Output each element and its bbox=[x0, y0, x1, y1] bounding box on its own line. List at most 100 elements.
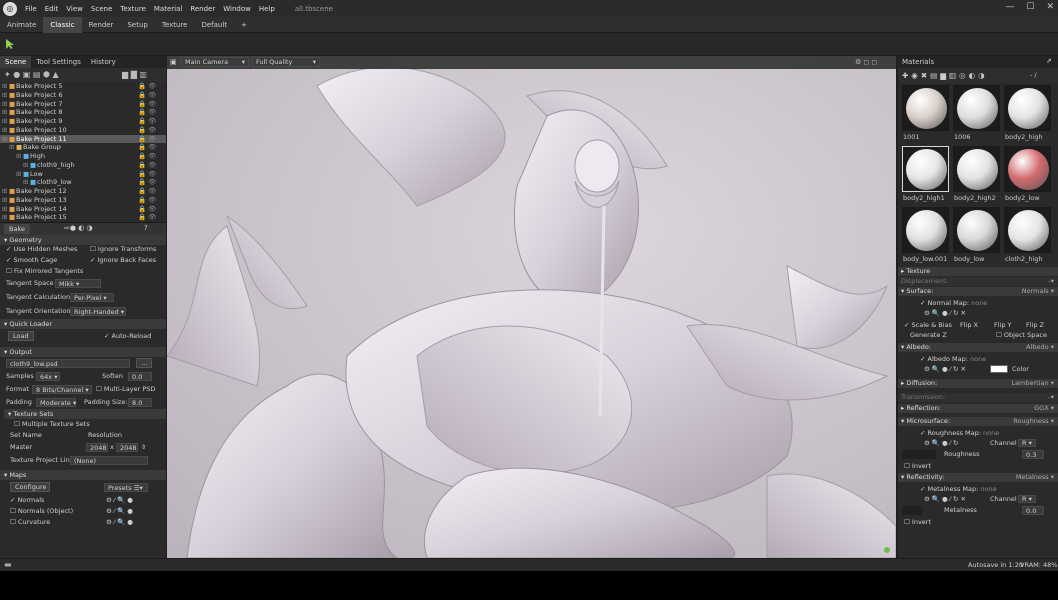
expand-icon[interactable]: ⊞ bbox=[23, 161, 28, 170]
lock-visibility-icon[interactable]: 🔒 👁 bbox=[138, 126, 156, 135]
fix-mirrored-checkbox[interactable]: ☐ bbox=[6, 267, 14, 275]
multilayer-checkbox[interactable]: ☐ Multi-Layer PSD bbox=[96, 383, 155, 396]
map-tools-icon[interactable]: ⚙ ⁄ 🔍 ● bbox=[106, 495, 133, 506]
ignore-back-faces-checkbox[interactable]: ✓ Ignore Back Faces bbox=[90, 256, 156, 265]
use-hidden-meshes-checkbox[interactable]: ✓ bbox=[6, 245, 14, 253]
expand-icon[interactable]: ⊞ bbox=[23, 178, 28, 187]
roughness-input[interactable]: 0.3 bbox=[1022, 450, 1044, 459]
lock-visibility-icon[interactable]: 🔒 👁 bbox=[138, 178, 156, 187]
menu-scene[interactable]: Scene bbox=[87, 5, 116, 13]
material-thumbnail[interactable] bbox=[953, 207, 1000, 253]
presets-select[interactable]: Presets ☰▾ bbox=[104, 483, 148, 493]
zoom-slider[interactable]: - / bbox=[1030, 71, 1037, 79]
smooth-cage-checkbox[interactable]: ✓ bbox=[6, 256, 14, 264]
padding-size-input[interactable]: 8.0 bbox=[128, 398, 152, 408]
padding-select[interactable]: Moderate ▾ bbox=[36, 398, 76, 408]
format-select[interactable]: 8 Bits/Channel ▾ bbox=[32, 385, 92, 395]
multiple-texture-sets-checkbox[interactable]: ☐ bbox=[14, 420, 22, 428]
tree-item[interactable]: ⊞ ■ High 🔒 👁 bbox=[0, 152, 166, 161]
tangent-calc-select[interactable]: Per-Pixel ▾ bbox=[70, 293, 114, 303]
tab-animate[interactable]: Animate bbox=[0, 17, 43, 33]
tab-add[interactable]: + bbox=[234, 17, 254, 33]
tab-default[interactable]: Default bbox=[194, 17, 234, 33]
metalness-input[interactable]: 0.0 bbox=[1022, 506, 1044, 515]
tree-item[interactable]: ⊞ ■ Low 🔒 👁 bbox=[0, 170, 166, 179]
expand-icon[interactable]: ⊞ bbox=[2, 91, 7, 100]
displacement-section[interactable]: Displacement: -▾ bbox=[898, 277, 1058, 286]
lock-visibility-icon[interactable]: 🔒 👁 bbox=[138, 100, 156, 109]
texture-sets-header[interactable]: ▾ Texture Sets bbox=[4, 409, 166, 420]
albedo-map-tools-icon[interactable]: ⚙ 🔍 ● ⁄ ↻ ✕ bbox=[924, 365, 966, 373]
tangent-orient-select[interactable]: Right-Handed ▾ bbox=[70, 307, 126, 317]
tab-history[interactable]: History bbox=[86, 56, 121, 68]
tree-item[interactable]: ⊞ ■ Bake Project 12 🔒 👁 bbox=[0, 187, 166, 196]
soften-input[interactable]: 0.0 bbox=[128, 372, 152, 382]
output-file-input[interactable]: cloth9_low.psd bbox=[6, 358, 130, 368]
tangent-space-select[interactable]: Mikk ▾ bbox=[55, 279, 101, 289]
lock-visibility-icon[interactable]: 🔒 👁 bbox=[138, 170, 156, 179]
tab-render[interactable]: Render bbox=[82, 17, 121, 33]
roughness-slider-track[interactable] bbox=[902, 450, 936, 459]
diffusion-mode[interactable]: Lambertian ▾ bbox=[1011, 379, 1054, 388]
map-checkbox[interactable]: ☐ bbox=[10, 507, 18, 515]
material-thumbnail[interactable] bbox=[1004, 146, 1051, 192]
expand-icon[interactable]: ⊞ bbox=[2, 135, 7, 144]
close-icon[interactable]: ✕ bbox=[1046, 2, 1054, 12]
camera-select[interactable]: Main Camera ▾ bbox=[181, 57, 249, 67]
configure-button[interactable]: Configure bbox=[10, 482, 50, 493]
bake-tab[interactable]: Bake bbox=[4, 224, 30, 234]
reflectivity-section[interactable]: ▾ Reflectivity: Metalness ▾ bbox=[898, 473, 1058, 482]
lock-visibility-icon[interactable]: 🔒 👁 bbox=[138, 108, 156, 117]
lock-visibility-icon[interactable]: 🔒 👁 bbox=[138, 205, 156, 214]
log-icon[interactable]: ▬ bbox=[4, 560, 12, 569]
reflection-mode[interactable]: GGX ▾ bbox=[1034, 404, 1054, 413]
viewport[interactable]: ▣ Main Camera ▾ Full Quality ▾ ⚙ ◻ ◻ bbox=[167, 56, 896, 558]
metalness-map-tools-icon[interactable]: ⚙ 🔍 ● ⁄ ↻ ✕ bbox=[924, 495, 966, 503]
tree-item[interactable]: ⊞ ■ Bake Project 13 🔒 👁 bbox=[0, 196, 166, 205]
expand-icon[interactable]: ⊞ bbox=[2, 126, 7, 135]
quality-select[interactable]: Full Quality ▾ bbox=[252, 57, 320, 67]
map-checkbox[interactable]: ✓ bbox=[10, 496, 18, 504]
minimize-icon[interactable]: — bbox=[1005, 2, 1014, 12]
res-width-input[interactable]: 2048 bbox=[86, 443, 108, 453]
tab-tool-settings[interactable]: Tool Settings bbox=[31, 56, 86, 68]
expand-icon[interactable]: ⊞ bbox=[2, 100, 7, 109]
lock-visibility-icon[interactable]: 🔒 👁 bbox=[138, 135, 156, 144]
tab-texture[interactable]: Texture bbox=[155, 17, 195, 33]
cursor-tool-icon[interactable] bbox=[5, 38, 15, 50]
albedo-map-checkbox[interactable]: ✓ bbox=[920, 355, 928, 363]
popout-icon[interactable]: ⇗ bbox=[1046, 57, 1052, 65]
material-thumbnail[interactable] bbox=[902, 85, 949, 131]
metalness-invert-checkbox[interactable]: ☐ bbox=[904, 518, 912, 526]
albedo-color-swatch[interactable] bbox=[990, 365, 1008, 373]
geometry-header[interactable]: ▾ Geometry bbox=[0, 235, 166, 245]
tab-setup[interactable]: Setup bbox=[120, 17, 154, 33]
samples-select[interactable]: 64x ▾ bbox=[36, 372, 60, 382]
res-height-input[interactable]: 2048 bbox=[116, 443, 138, 453]
bake-action-icons[interactable]: ⇨● ◐ ◑ bbox=[64, 224, 93, 232]
lock-visibility-icon[interactable]: 🔒 👁 bbox=[138, 152, 156, 161]
normal-map-checkbox[interactable]: ✓ bbox=[920, 299, 928, 307]
lock-visibility-icon[interactable]: 🔒 👁 bbox=[138, 213, 156, 222]
reflectivity-mode[interactable]: Metalness ▾ bbox=[1016, 473, 1054, 482]
viewport-options-icon[interactable]: ⚙ ◻ ◻ bbox=[855, 58, 877, 66]
microsurface-mode[interactable]: Roughness ▾ bbox=[1013, 417, 1054, 426]
menu-help[interactable]: Help bbox=[255, 5, 279, 13]
roughness-channel-select[interactable]: R ▾ bbox=[1018, 439, 1036, 447]
browse-button[interactable]: ... bbox=[136, 358, 153, 369]
menu-material[interactable]: Material bbox=[150, 5, 186, 13]
object-space-checkbox[interactable]: ☐ Object Space bbox=[996, 330, 1047, 340]
lock-visibility-icon[interactable]: 🔒 👁 bbox=[138, 187, 156, 196]
roughness-map-checkbox[interactable]: ✓ bbox=[920, 429, 928, 437]
tree-item[interactable]: ⊞ ■ Bake Project 6 🔒 👁 bbox=[0, 91, 166, 100]
tree-item[interactable]: ⊞ ■ Bake Project 15 🔒 👁 bbox=[0, 213, 166, 222]
normal-map-tools-icon[interactable]: ⚙ 🔍 ● ⁄ ↻ ✕ bbox=[898, 308, 1058, 318]
menu-edit[interactable]: Edit bbox=[41, 5, 63, 13]
tree-item[interactable]: ⊞ ■ Bake Project 11 🔒 👁 bbox=[0, 134, 166, 144]
tree-item[interactable]: ⊞ ■ Bake Project 8 🔒 👁 bbox=[0, 108, 166, 117]
flip-y-checkbox[interactable]: Flip Y bbox=[994, 320, 1012, 330]
material-thumbnail[interactable] bbox=[902, 146, 949, 192]
map-checkbox[interactable]: ☐ bbox=[10, 518, 18, 526]
flip-x-checkbox[interactable]: Flip X bbox=[960, 320, 978, 330]
lock-visibility-icon[interactable]: 🔒 👁 bbox=[138, 161, 156, 170]
